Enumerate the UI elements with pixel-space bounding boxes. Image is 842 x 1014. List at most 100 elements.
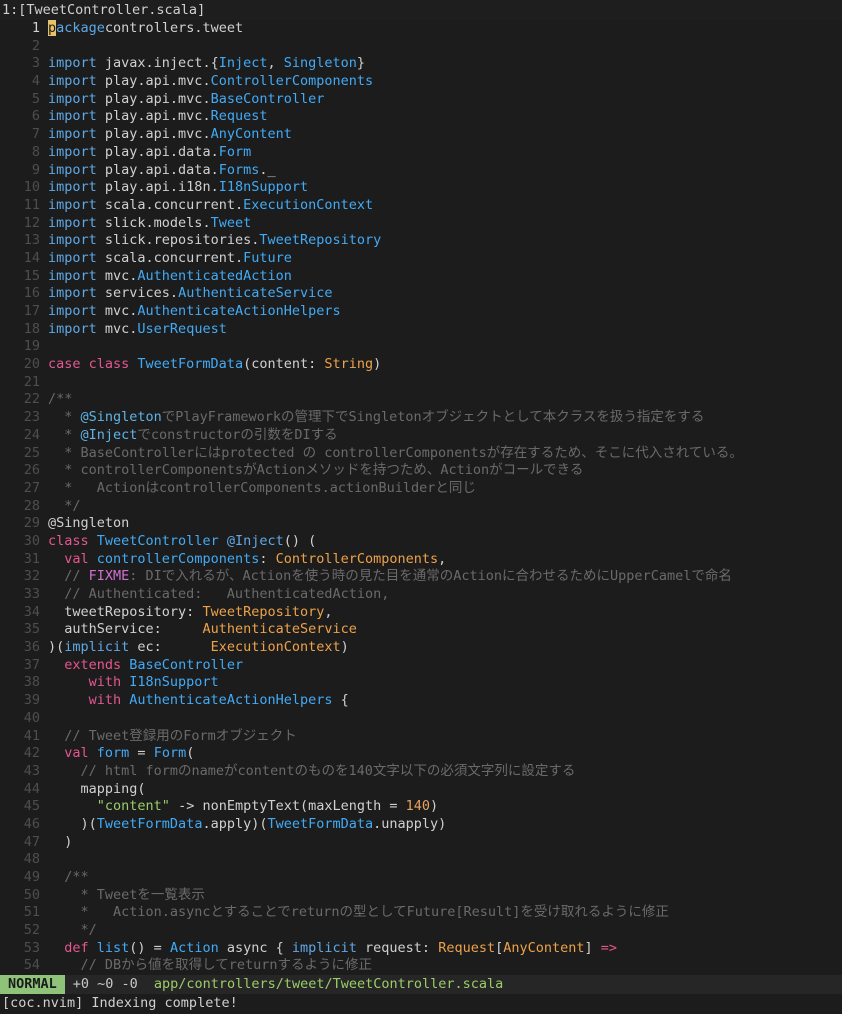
command-line[interactable]: [coc.nvim] Indexing complete! [0, 994, 842, 1014]
code-line[interactable]: 2 [0, 38, 842, 56]
code-line[interactable]: 14 import scala.concurrent.Future [0, 250, 842, 268]
code-token: TweetRepository [202, 603, 325, 620]
code-line[interactable]: 50 * Tweetを一覧表示 [0, 887, 842, 905]
code-token: = [129, 745, 154, 762]
code-line[interactable]: 12 import slick.models.Tweet [0, 215, 842, 233]
code-line[interactable]: 16 import services.AuthenticateService [0, 285, 842, 303]
code-token: AnyContent [210, 126, 292, 143]
editor-buffer[interactable]: 1 packagecontrollers.tweet 2 3 import javax.… [0, 20, 842, 975]
code-text: )(implicit ec: ExecutionContext) [48, 639, 349, 657]
code-line[interactable]: 26 * controllerComponentsがActionメソッドを持つた… [0, 462, 842, 480]
code-token: val [64, 550, 97, 567]
code-token: controllers.tweet [104, 20, 244, 36]
code-token: AuthenticateService [178, 285, 333, 302]
code-token: I18nSupport [129, 674, 219, 691]
code-line[interactable]: 19 [0, 338, 842, 356]
line-number: 16 [23, 285, 40, 302]
line-number: 38 [23, 674, 40, 691]
line-number: 20 [23, 356, 40, 373]
code-line[interactable]: 4 import play.api.mvc.ControllerComponent… [0, 73, 842, 91]
code-token: ) [48, 833, 73, 850]
code-text: * @Injectでconstructorの引数をDIする [48, 427, 337, 445]
code-line[interactable]: 48 [0, 851, 842, 869]
code-line[interactable]: 47 ) [0, 834, 842, 852]
code-token: import [48, 249, 105, 266]
code-token: .unapply) [373, 815, 447, 832]
code-line[interactable]: 13 import slick.repositories.TweetReposit… [0, 232, 842, 250]
mode-indicator: NORMAL [0, 975, 65, 994]
code-line[interactable]: 28 */ [0, 498, 842, 516]
code-line[interactable]: 52 */ [0, 922, 842, 940]
tab-title[interactable]: 1:[TweetController.scala] [0, 0, 842, 20]
code-text: * controllerComponentsがActionメソッドを持つため、A… [48, 462, 583, 480]
code-line[interactable]: 6 import play.api.mvc.Request [0, 108, 842, 126]
code-line[interactable]: 46 )(TweetFormData.apply)(TweetFormData.… [0, 816, 842, 834]
code-line[interactable]: 8 import play.api.data.Form [0, 144, 842, 162]
code-line[interactable]: 7 import play.api.mvc.AnyContent [0, 126, 842, 144]
code-line[interactable]: 22 /** [0, 391, 842, 409]
code-line[interactable]: 41 // Tweet登録用のFormオブジェクト [0, 728, 842, 746]
code-text: extends BaseController [48, 657, 243, 675]
code-line[interactable]: 15 import mvc.AuthenticatedAction [0, 268, 842, 286]
code-line[interactable]: 35 authService: AuthenticateService [0, 621, 842, 639]
code-line[interactable]: 44 mapping( [0, 781, 842, 799]
code-line[interactable]: 31 val controllerComponents: ControllerC… [0, 551, 842, 569]
code-line[interactable]: 21 [0, 374, 842, 392]
code-text: /** [48, 869, 88, 887]
code-token: でPlayFrameworkの管理下でSingletonオブジェクトとして本クラ… [161, 409, 705, 426]
line-number: 49 [23, 869, 40, 885]
code-line[interactable]: 17 import mvc.AuthenticateActionHelpers [0, 303, 842, 321]
code-line[interactable]: 43 // html formのnameがcontentのものを140文字以下の… [0, 763, 842, 781]
code-text: import services.AuthenticateService [48, 285, 333, 303]
code-line[interactable]: 49 /** [0, 869, 842, 887]
line-number: 11 [23, 196, 40, 213]
code-line[interactable]: 29 @Singleton [0, 515, 842, 533]
code-line[interactable]: 9 import play.api.data.Forms._ [0, 162, 842, 180]
code-token: TweetController [96, 532, 227, 549]
code-text: case class TweetFormData(content: String… [48, 356, 381, 374]
code-line[interactable]: 54 // DBから値を取得してreturnするように修正 [0, 957, 842, 975]
code-text: val controllerComponents: ControllerComp… [48, 551, 446, 569]
code-text: import play.api.mvc.BaseController [48, 91, 324, 109]
code-line[interactable]: 51 * Action.asyncとすることでreturnの型としてFuture… [0, 904, 842, 922]
code-line[interactable]: 30 class TweetController @Inject() ( [0, 533, 842, 551]
code-token: @Singleton [48, 515, 130, 532]
code-line[interactable]: 53 def list() = Action async { implicit … [0, 940, 842, 958]
code-line[interactable]: 5 import play.api.mvc.BaseController [0, 91, 842, 109]
code-line[interactable]: 45 "content" -> nonEmptyText(maxLength =… [0, 798, 842, 816]
code-text: * ActionはcontrollerComponents.actionBuil… [48, 480, 476, 498]
code-line[interactable]: 27 * ActionはcontrollerComponents.actionB… [0, 480, 842, 498]
code-line[interactable]: 11 import scala.concurrent.ExecutionConte… [0, 197, 842, 215]
code-line[interactable]: 18 import mvc.UserRequest [0, 321, 842, 339]
code-token: )( [48, 815, 97, 832]
line-number: 2 [31, 37, 40, 54]
code-line[interactable]: 38 with I18nSupport [0, 674, 842, 692]
code-token: (content: [243, 356, 325, 373]
code-line[interactable]: 33 // Authenticated: AuthenticatedAction… [0, 586, 842, 604]
code-line[interactable]: 10 import play.api.i18n.I18nSupport [0, 179, 842, 197]
code-line[interactable]: 20 case class TweetFormData(content: Stri… [0, 356, 842, 374]
code-line[interactable]: 34 tweetRepository: TweetRepository, [0, 604, 842, 622]
code-line[interactable]: 37 extends BaseController [0, 657, 842, 675]
code-text: /** [48, 391, 72, 409]
code-line[interactable]: 24 * @Injectでconstructorの引数をDIする [0, 427, 842, 445]
code-token: AuthenticatedAction [137, 267, 292, 284]
code-text: * Action.asyncとすることでreturnの型としてFuture[Re… [48, 904, 669, 922]
code-line[interactable]: 32 // FIXME: DIで入れるが、Actionを使う時の見た目を通常のA… [0, 568, 842, 586]
code-token: BaseController [129, 656, 244, 673]
code-line[interactable]: 42 val form = Form( [0, 745, 842, 763]
code-token: ._ [259, 161, 276, 178]
code-line[interactable]: 25 * BaseControllerにはprotected の control… [0, 445, 842, 463]
code-line[interactable]: 3 import javax.inject.{Inject, Singleton} [0, 55, 842, 73]
code-token: )( [48, 639, 65, 656]
line-number: 43 [23, 762, 40, 779]
code-line[interactable]: 23 * @SingletonでPlayFrameworkの管理下でSingle… [0, 409, 842, 427]
code-token: Action [169, 939, 219, 956]
code-line[interactable]: 36)(implicit ec: ExecutionContext) [0, 639, 842, 657]
code-line[interactable]: 39 with AuthenticateActionHelpers { [0, 692, 842, 710]
code-line[interactable]: 40 [0, 710, 842, 728]
git-diff-summary: +0 ~0 -0 [72, 976, 138, 992]
code-line[interactable]: 1 packagecontrollers.tweet [0, 20, 842, 38]
code-token: Future [243, 249, 292, 266]
